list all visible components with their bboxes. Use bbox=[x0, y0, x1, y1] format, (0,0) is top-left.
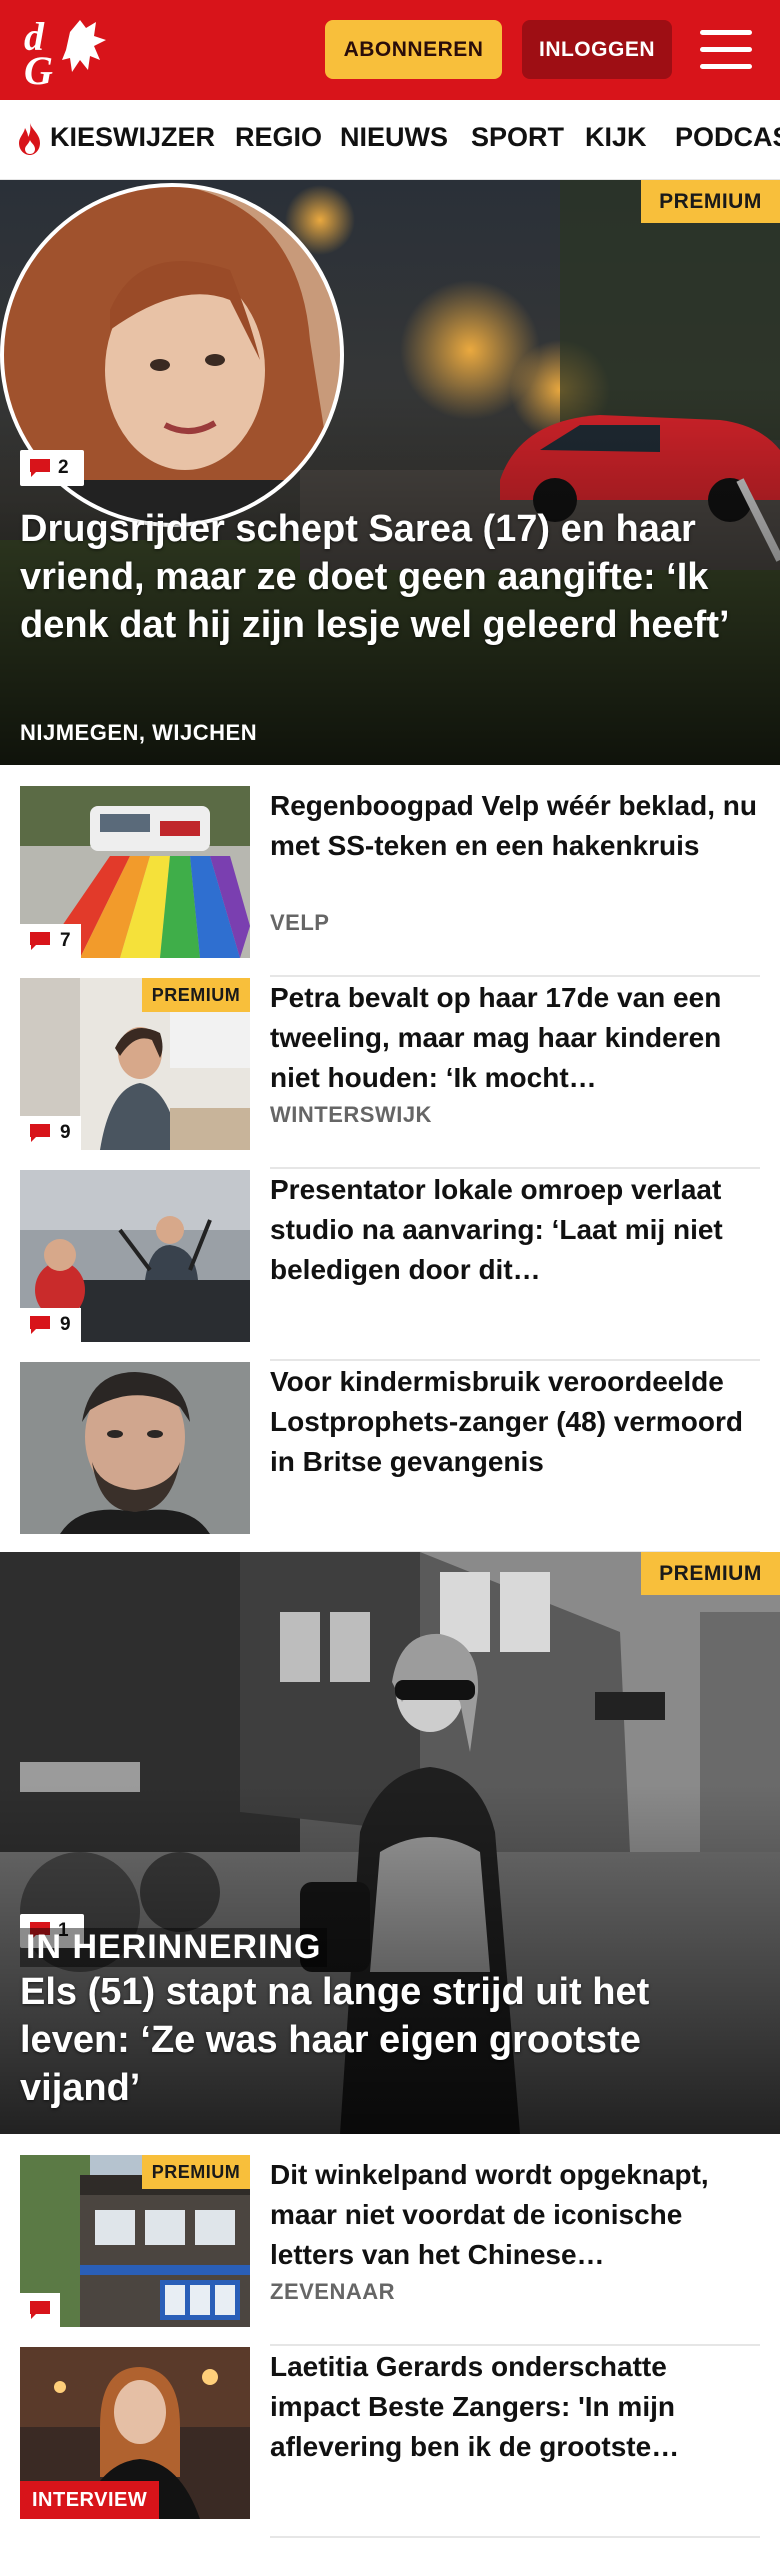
article-thumbnail: 9 bbox=[20, 1170, 250, 1342]
article-location: VELP bbox=[270, 910, 330, 935]
nav-item-nieuws[interactable]: NIEUWS bbox=[340, 122, 448, 153]
hero-headline[interactable]: Drugsrijder schept Sarea (17) en haar vr… bbox=[20, 505, 760, 649]
comment-count-badge[interactable] bbox=[20, 2293, 60, 2327]
comment-count-badge[interactable]: 9 bbox=[20, 1116, 81, 1150]
article-title[interactable]: Regenboogpad Velp wéér beklad, nu met SS… bbox=[270, 786, 760, 866]
comment-count: 9 bbox=[60, 1314, 71, 1335]
comment-count-badge[interactable]: 9 bbox=[20, 1308, 81, 1342]
article-thumbnail: PREMIUM 9 bbox=[20, 978, 250, 1150]
nav-item-podcast[interactable]: PODCAS bbox=[675, 122, 780, 153]
premium-label: PREMIUM bbox=[142, 978, 250, 1012]
comment-count: 2 bbox=[58, 457, 69, 478]
comment-count: 7 bbox=[60, 930, 71, 951]
hero-location: NIJMEGEN, WIJCHEN bbox=[20, 720, 258, 745]
article-title[interactable]: Dit winkelpand wordt opgeknapt, maar nie… bbox=[270, 2155, 760, 2275]
svg-text:G: G bbox=[24, 48, 53, 88]
interview-tag: INTERVIEW bbox=[20, 2481, 160, 2519]
divider bbox=[270, 975, 760, 977]
hero-article-2[interactable]: PREMIUM 1 IN HERINNERING Els (51) stapt … bbox=[0, 1552, 780, 2134]
article-location: WINTERSWIJK bbox=[270, 1102, 432, 1127]
article-thumbnail bbox=[20, 1362, 250, 1534]
premium-label: PREMIUM bbox=[641, 1552, 780, 1595]
divider bbox=[270, 2536, 760, 2538]
list-item[interactable]: 9 Presentator lokale omroep verlaat stud… bbox=[20, 1170, 760, 1361]
nav-item-kijk[interactable]: KIJK bbox=[585, 122, 647, 153]
comment-icon bbox=[30, 459, 50, 477]
main-navigation: KIESWIJZER REGIO NIEUWS SPORT KIJK PODCA… bbox=[0, 100, 780, 180]
nav-item-kieswijzer[interactable]: KIESWIJZER bbox=[50, 122, 215, 153]
article-thumbnail: 7 bbox=[20, 786, 250, 958]
article-location: ZEVENAAR bbox=[270, 2279, 396, 2304]
hamburger-menu-icon[interactable] bbox=[700, 28, 752, 72]
nav-item-sport[interactable]: SPORT bbox=[471, 122, 564, 153]
article-thumbnail: PREMIUM bbox=[20, 2155, 250, 2327]
article-title[interactable]: Petra bevalt op haar 17de van een tweeli… bbox=[270, 978, 760, 1098]
comment-count-badge[interactable]: 2 bbox=[20, 450, 84, 486]
flame-icon bbox=[19, 123, 40, 155]
divider bbox=[270, 2344, 760, 2346]
top-header-bar: d G ABONNEREN INLOGGEN bbox=[0, 0, 780, 100]
dg-logo[interactable]: d G bbox=[20, 12, 120, 88]
comment-count-badge[interactable]: 7 bbox=[20, 924, 81, 958]
login-button[interactable]: INLOGGEN bbox=[522, 20, 672, 79]
article-title[interactable]: Voor kindermisbruik veroordeelde Lostpro… bbox=[270, 1362, 760, 1482]
premium-label: PREMIUM bbox=[142, 2155, 250, 2189]
divider bbox=[270, 1167, 760, 1169]
subscribe-button[interactable]: ABONNEREN bbox=[325, 20, 502, 79]
comment-icon bbox=[30, 1124, 50, 1142]
article-title[interactable]: Presentator lokale omroep verlaat studio… bbox=[270, 1170, 760, 1290]
hero-image bbox=[0, 180, 780, 765]
list-item[interactable]: INTERVIEW Laetitia Gerards onderschatte … bbox=[20, 2347, 760, 2538]
list-item[interactable]: Voor kindermisbruik veroordeelde Lostpro… bbox=[20, 1362, 760, 1553]
comment-icon bbox=[30, 1316, 50, 1334]
list-item[interactable]: PREMIUM Dit winkelpand wordt opgeknapt, … bbox=[20, 2155, 760, 2346]
hero-kicker: IN HERINNERING bbox=[20, 1928, 328, 1967]
article-title[interactable]: Laetitia Gerards onderschatte impact Bes… bbox=[270, 2347, 760, 2467]
comment-icon bbox=[30, 932, 50, 950]
article-thumbnail: INTERVIEW bbox=[20, 2347, 250, 2519]
hero-headline[interactable]: Els (51) stapt na lange strijd uit het l… bbox=[20, 1968, 760, 2112]
comment-count: 9 bbox=[60, 1122, 71, 1143]
comment-icon bbox=[30, 2301, 50, 2319]
premium-label: PREMIUM bbox=[641, 180, 780, 223]
divider bbox=[270, 1359, 760, 1361]
nav-item-regio[interactable]: REGIO bbox=[235, 122, 322, 153]
list-item[interactable]: 7 Regenboogpad Velp wéér beklad, nu met … bbox=[20, 786, 760, 977]
hero-article[interactable]: PREMIUM 2 Drugsrijder schept Sarea (17) … bbox=[0, 180, 780, 765]
list-item[interactable]: PREMIUM 9 Petra bevalt op haar 17de van … bbox=[20, 978, 760, 1169]
